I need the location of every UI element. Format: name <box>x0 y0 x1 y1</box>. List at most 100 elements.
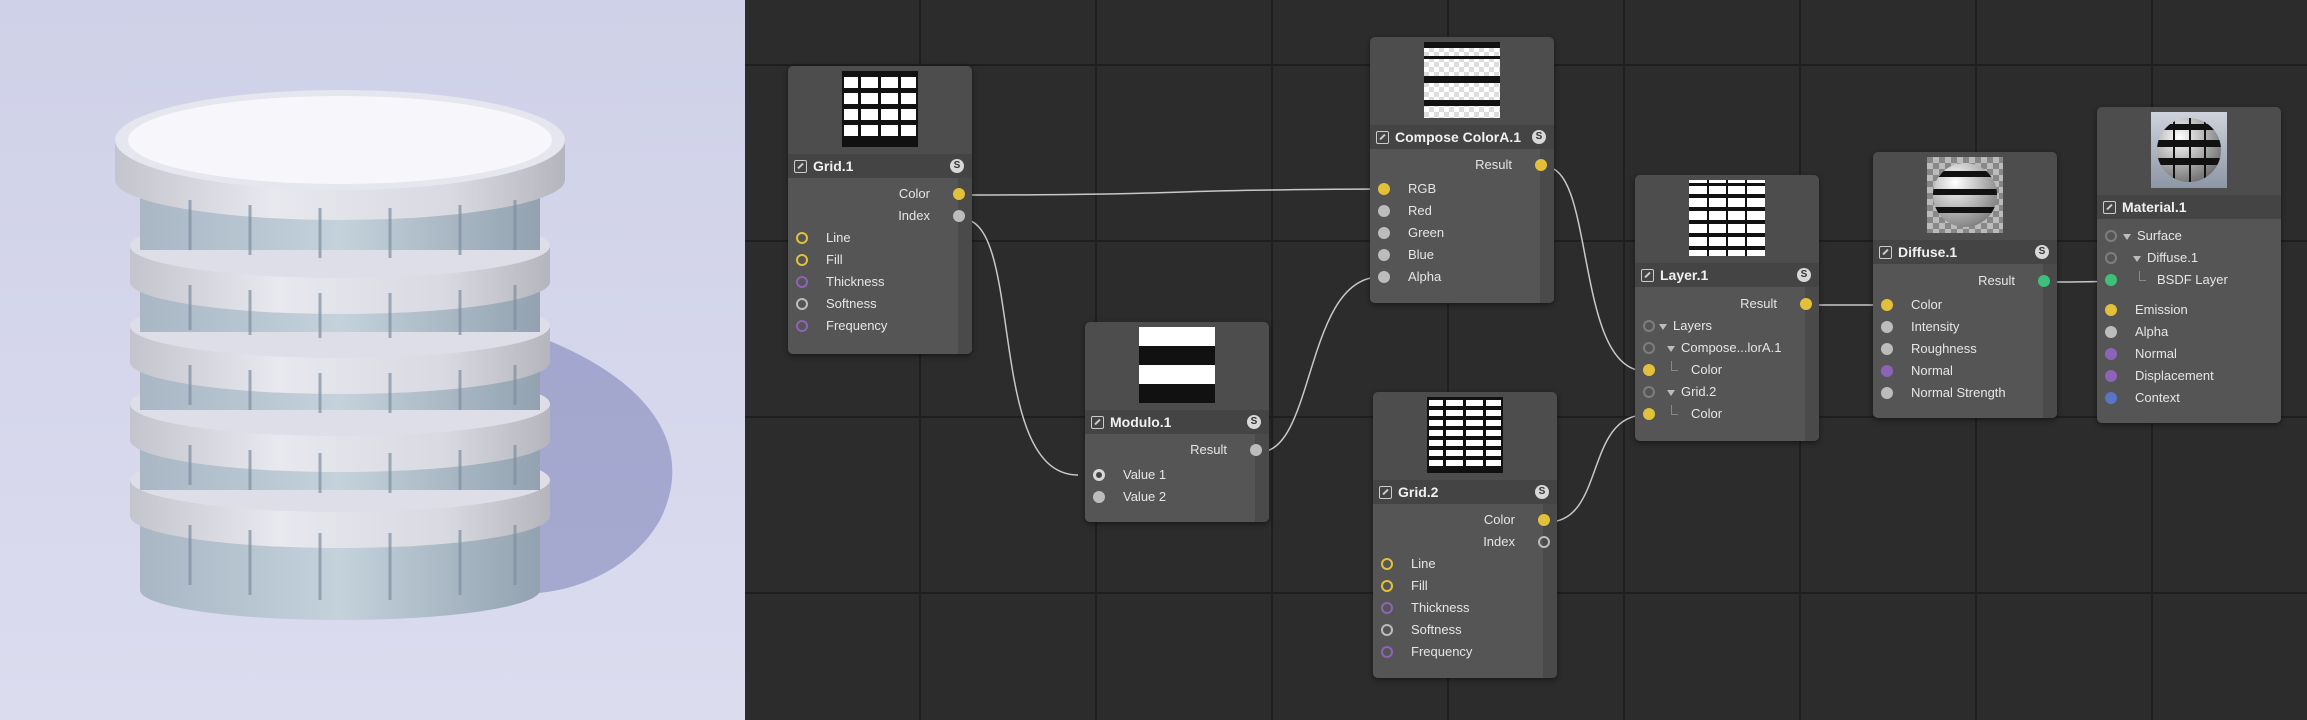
expand-triangle-icon[interactable] <box>1659 323 1667 330</box>
output-socket[interactable] <box>1800 298 1812 310</box>
input-compose-color[interactable]: Color <box>1635 359 1819 381</box>
input-socket[interactable] <box>796 232 808 244</box>
input-softness[interactable]: Softness <box>788 293 972 315</box>
input-displacement[interactable]: Displacement <box>2097 365 2281 387</box>
input-thickness[interactable]: Thickness <box>1373 597 1557 619</box>
input-socket[interactable] <box>1881 321 1893 333</box>
output-color[interactable]: Color <box>788 183 972 205</box>
input-socket[interactable] <box>2105 274 2117 286</box>
input-socket[interactable] <box>796 254 808 266</box>
input-socket[interactable] <box>1093 469 1105 481</box>
node-header[interactable]: Grid.2 S <box>1373 480 1557 504</box>
node-header[interactable]: Grid.1 S <box>788 154 972 178</box>
input-socket[interactable] <box>1643 408 1655 420</box>
input-frequency[interactable]: Frequency <box>1373 641 1557 663</box>
input-socket[interactable] <box>796 276 808 288</box>
s-badge-icon[interactable]: S <box>1247 415 1261 429</box>
input-socket[interactable] <box>1643 342 1655 354</box>
input-socket[interactable] <box>1881 365 1893 377</box>
input-line[interactable]: Line <box>788 227 972 249</box>
output-socket[interactable] <box>1538 514 1550 526</box>
input-socket[interactable] <box>2105 348 2117 360</box>
render-viewport[interactable] <box>0 0 745 720</box>
input-socket[interactable] <box>1643 364 1655 376</box>
layer-1-node[interactable]: Layer.1 S Result Layers Compose...lorA.1… <box>1635 175 1819 441</box>
output-socket[interactable] <box>1250 444 1262 456</box>
input-socket[interactable] <box>2105 370 2117 382</box>
material-1-node[interactable]: Material.1 Surface Diffuse.1 BSDF Layer … <box>2097 107 2281 423</box>
modulo-1-node[interactable]: Modulo.1 S Result Value 1 Value 2 <box>1085 322 1269 522</box>
s-badge-icon[interactable]: S <box>2035 245 2049 259</box>
s-badge-icon[interactable]: S <box>1532 130 1546 144</box>
node-header[interactable]: Material.1 <box>2097 195 2281 219</box>
input-frequency[interactable]: Frequency <box>788 315 972 337</box>
input-bsdf-layer[interactable]: BSDF Layer <box>2097 269 2281 291</box>
input-socket[interactable] <box>1093 491 1105 503</box>
input-normal-strength[interactable]: Normal Strength <box>1873 382 2057 404</box>
output-socket[interactable] <box>1535 159 1547 171</box>
input-green[interactable]: Green <box>1370 222 1554 244</box>
input-surface[interactable]: Surface <box>2097 225 2281 247</box>
output-result[interactable]: Result <box>1085 439 1269 461</box>
node-header[interactable]: Layer.1 S <box>1635 263 1819 287</box>
input-alpha[interactable]: Alpha <box>2097 321 2281 343</box>
node-header[interactable]: Diffuse.1 S <box>1873 240 2057 264</box>
input-socket[interactable] <box>1378 271 1390 283</box>
input-emission[interactable]: Emission <box>2097 299 2281 321</box>
input-value-1[interactable]: Value 1 <box>1085 464 1269 486</box>
input-normal[interactable]: Normal <box>2097 343 2281 365</box>
output-result[interactable]: Result <box>1635 293 1819 315</box>
node-header[interactable]: Modulo.1 S <box>1085 410 1269 434</box>
s-badge-icon[interactable]: S <box>950 159 964 173</box>
output-index[interactable]: Index <box>1373 531 1557 553</box>
input-intensity[interactable]: Intensity <box>1873 316 2057 338</box>
input-socket[interactable] <box>1381 580 1393 592</box>
grid-2-node[interactable]: Grid.2 S Color Index Line Fill Thickness… <box>1373 392 1557 678</box>
input-socket[interactable] <box>1381 602 1393 614</box>
input-rgb[interactable]: RGB <box>1370 178 1554 200</box>
expand-triangle-icon[interactable] <box>1667 389 1675 396</box>
s-badge-icon[interactable]: S <box>1797 268 1811 282</box>
input-socket[interactable] <box>1381 624 1393 636</box>
output-color[interactable]: Color <box>1373 509 1557 531</box>
output-result[interactable]: Result <box>1370 154 1554 176</box>
input-socket[interactable] <box>2105 392 2117 404</box>
input-color[interactable]: Color <box>1873 294 2057 316</box>
input-socket[interactable] <box>1378 205 1390 217</box>
grid-1-node[interactable]: Grid.1 S Color Index Line Fill Thickness… <box>788 66 972 354</box>
input-compose-group[interactable]: Compose...lorA.1 <box>1635 337 1819 359</box>
input-value-2[interactable]: Value 2 <box>1085 486 1269 508</box>
input-socket[interactable] <box>1378 249 1390 261</box>
output-index[interactable]: Index <box>788 205 972 227</box>
input-alpha[interactable]: Alpha <box>1370 266 1554 288</box>
input-softness[interactable]: Softness <box>1373 619 1557 641</box>
input-context[interactable]: Context <box>2097 387 2281 409</box>
s-badge-icon[interactable]: S <box>1535 485 1549 499</box>
expand-triangle-icon[interactable] <box>2133 255 2141 262</box>
input-socket[interactable] <box>1881 387 1893 399</box>
input-grid2-group[interactable]: Grid.2 <box>1635 381 1819 403</box>
input-roughness[interactable]: Roughness <box>1873 338 2057 360</box>
input-socket[interactable] <box>2105 326 2117 338</box>
input-socket[interactable] <box>2105 304 2117 316</box>
input-socket[interactable] <box>796 298 808 310</box>
input-red[interactable]: Red <box>1370 200 1554 222</box>
compose-colora-1-node[interactable]: Compose ColorA.1 S Result RGB Red Green … <box>1370 37 1554 303</box>
expand-triangle-icon[interactable] <box>1667 345 1675 352</box>
output-socket[interactable] <box>953 210 965 222</box>
input-fill[interactable]: Fill <box>1373 575 1557 597</box>
input-socket[interactable] <box>1881 343 1893 355</box>
node-header[interactable]: Compose ColorA.1 S <box>1370 125 1554 149</box>
input-socket[interactable] <box>2105 230 2117 242</box>
output-result[interactable]: Result <box>1873 270 2057 292</box>
diffuse-1-node[interactable]: Diffuse.1 S Result Color Intensity Rough… <box>1873 152 2057 418</box>
input-grid2-color[interactable]: Color <box>1635 403 1819 425</box>
node-editor[interactable]: Grid.1 S Color Index Line Fill Thickness… <box>745 0 2307 720</box>
input-blue[interactable]: Blue <box>1370 244 1554 266</box>
input-normal[interactable]: Normal <box>1873 360 2057 382</box>
input-layers-group[interactable]: Layers <box>1635 315 1819 337</box>
output-socket[interactable] <box>953 188 965 200</box>
input-diffuse-group[interactable]: Diffuse.1 <box>2097 247 2281 269</box>
input-socket[interactable] <box>796 320 808 332</box>
input-socket[interactable] <box>1381 646 1393 658</box>
